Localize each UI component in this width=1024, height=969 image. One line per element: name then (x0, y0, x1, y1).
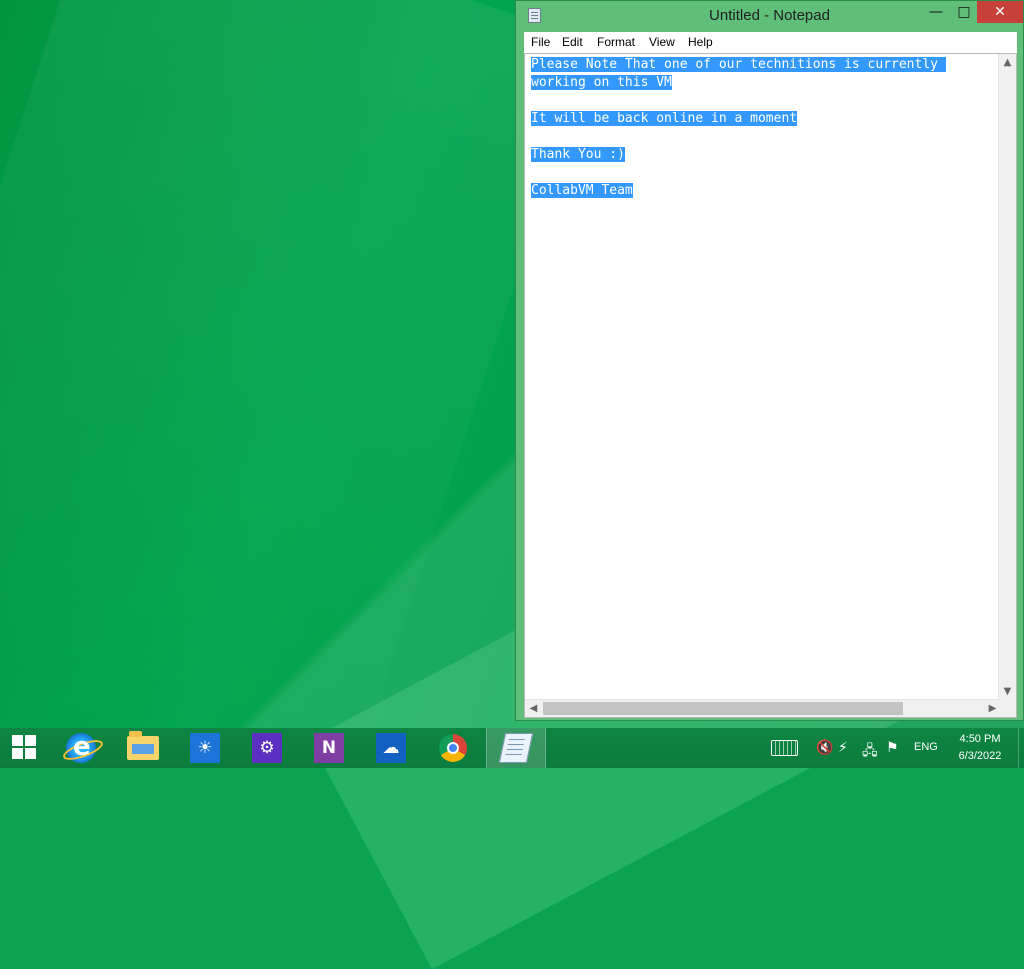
scroll-down-icon[interactable]: ▼ (999, 683, 1016, 700)
selected-text: CollabVM Team (531, 183, 633, 198)
text-line[interactable] (531, 128, 997, 146)
vertical-scrollbar[interactable]: ▲ ▼ (998, 54, 1016, 700)
internet-explorer-icon (66, 732, 96, 763)
notepad-icon (498, 733, 534, 763)
internet-explorer-taskbar-button[interactable] (58, 732, 104, 764)
text-line[interactable]: Please Note That one of our technitions … (531, 56, 997, 74)
windows-logo-icon (12, 735, 38, 761)
text-line[interactable]: working on this VM (531, 74, 997, 92)
settings-taskbar-button[interactable]: ⚙ (244, 732, 290, 764)
onenote-icon: N (314, 733, 344, 763)
maximize-button[interactable]: □ (949, 1, 979, 23)
sun-icon: ☀ (190, 733, 220, 763)
horizontal-scrollbar[interactable]: ◀ ▶ (525, 699, 1001, 717)
language-indicator[interactable]: ENG (914, 741, 938, 753)
clock[interactable]: 4:50 PM 6/3/2022 (950, 731, 1010, 765)
close-button[interactable]: ✕ (977, 1, 1023, 23)
chrome-icon (439, 734, 467, 762)
onenote-taskbar-button[interactable]: N (306, 732, 352, 764)
menu-file[interactable]: File (531, 35, 550, 49)
chrome-taskbar-button[interactable] (430, 732, 476, 764)
menu-bar: File Edit Format View Help (524, 32, 1017, 54)
weather-taskbar-button[interactable]: ☀ (182, 732, 228, 764)
notepad-window: Untitled - Notepad — □ ✕ File Edit Forma… (515, 0, 1024, 721)
selected-text: working on this VM (531, 75, 672, 90)
touch-keyboard-icon[interactable] (771, 740, 798, 756)
text-line[interactable] (531, 92, 997, 110)
text-line[interactable] (531, 164, 997, 182)
cloud-icon: ☁ (376, 733, 406, 763)
notepad-taskbar-button[interactable] (486, 728, 546, 768)
file-explorer-icon (127, 731, 159, 760)
selected-text: It will be back online in a moment (531, 111, 798, 126)
scrollbar-corner (999, 700, 1016, 717)
menu-view[interactable]: View (649, 35, 675, 49)
text-editor[interactable]: Please Note That one of our technitions … (524, 53, 1017, 718)
clock-date: 6/3/2022 (958, 750, 1002, 762)
volume-muted-icon[interactable]: 🔇 (816, 740, 833, 756)
action-center-flag-icon[interactable]: ⚑ (886, 740, 899, 756)
show-desktop-button[interactable] (1018, 728, 1024, 768)
taskbar: ☀ ⚙ N ☁ 🔇 ⚡ 🖧 ⚑ ENG 4:50 PM 6/3/2022 (0, 728, 1024, 768)
text-line[interactable]: Thank You :) (531, 146, 997, 164)
selected-text: Thank You :) (531, 147, 625, 162)
minimize-button[interactable]: — (921, 1, 951, 23)
gear-icon: ⚙ (252, 733, 282, 763)
selected-text: Please Note That one of our technitions … (531, 57, 946, 72)
horizontal-scroll-thumb[interactable] (543, 702, 903, 715)
clock-time: 4:50 PM (959, 733, 1001, 745)
scroll-up-icon[interactable]: ▲ (999, 54, 1016, 71)
power-icon[interactable]: ⚡ (838, 740, 848, 756)
menu-edit[interactable]: Edit (562, 35, 583, 49)
title-bar[interactable]: Untitled - Notepad — □ ✕ (516, 1, 1023, 31)
file-explorer-taskbar-button[interactable] (120, 731, 166, 764)
scroll-left-icon[interactable]: ◀ (525, 700, 542, 717)
text-content[interactable]: Please Note That one of our technitions … (531, 56, 997, 700)
menu-format[interactable]: Format (597, 35, 635, 49)
text-line[interactable]: CollabVM Team (531, 182, 997, 200)
text-line[interactable]: It will be back online in a moment (531, 110, 997, 128)
network-icon[interactable]: 🖧 (862, 740, 878, 764)
start-button[interactable] (0, 728, 50, 768)
menu-help[interactable]: Help (688, 35, 713, 49)
onedrive-taskbar-button[interactable]: ☁ (368, 732, 414, 764)
